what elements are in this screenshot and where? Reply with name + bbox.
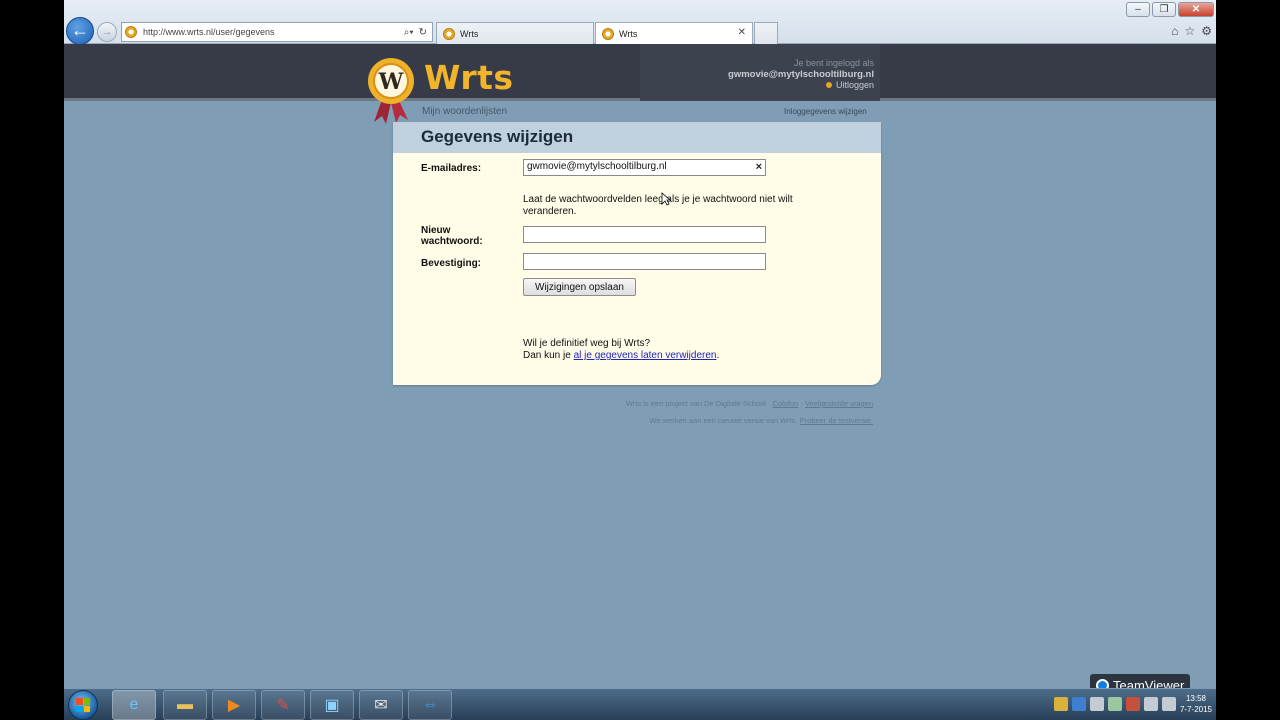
leave-prefix: Dan kun je bbox=[523, 350, 574, 361]
forward-button[interactable]: → bbox=[97, 22, 117, 42]
taskbar: e ▬ ▶ ✎ ▣ ✉ ⇔ 13:58 7-7-2015 bbox=[64, 688, 1216, 720]
password-note: Laat de wachtwoordvelden leeg als je je … bbox=[523, 194, 793, 217]
info-icon[interactable] bbox=[1072, 697, 1086, 711]
clock[interactable]: 13:58 7-7-2015 bbox=[1180, 693, 1212, 715]
mail-icon[interactable]: ✉ bbox=[359, 690, 403, 720]
email-field[interactable]: gwmovie@mytylschooltilburg.nl × bbox=[523, 159, 766, 176]
email-label: E-mailadres: bbox=[421, 163, 482, 174]
back-button[interactable]: ← bbox=[66, 17, 94, 45]
site-favicon-icon bbox=[125, 26, 137, 38]
minimize-button[interactable]: – bbox=[1126, 2, 1150, 17]
tab-wrts-2[interactable]: Wrts ✕ bbox=[595, 22, 753, 44]
home-icon[interactable]: ⌂ bbox=[1171, 24, 1178, 38]
ie-icon[interactable]: e bbox=[112, 690, 156, 720]
sync-icon[interactable] bbox=[1108, 697, 1122, 711]
tab-label: Wrts bbox=[619, 28, 638, 39]
new-password-label: Nieuw wachtwoord: bbox=[421, 225, 483, 247]
nav-my-wordlists[interactable]: Mijn woordenlijsten bbox=[422, 106, 507, 117]
address-bar[interactable]: http://www.wrts.nl/user/gegevens ⌕▾ ↻ bbox=[121, 22, 433, 42]
svg-text:W: W bbox=[378, 69, 404, 95]
browser-chrome: – ❐ ✕ ← → http://www.wrts.nl/user/gegeve… bbox=[64, 0, 1216, 45]
email-value: gwmovie@mytylschooltilburg.nl bbox=[527, 161, 667, 172]
flag-icon[interactable] bbox=[1126, 697, 1140, 711]
save-changes-button[interactable]: Wijzigingen opslaan bbox=[523, 278, 636, 296]
window-controls: – ❐ ✕ bbox=[1126, 2, 1214, 17]
folder-icon[interactable]: ▬ bbox=[163, 690, 207, 720]
volume-icon[interactable] bbox=[1162, 697, 1176, 711]
tab-favicon-icon bbox=[602, 27, 614, 40]
user-info: Je bent ingelogd als gwmovie@mytylschool… bbox=[640, 44, 880, 101]
screen: – ❐ ✕ ← → http://www.wrts.nl/user/gegeve… bbox=[64, 0, 1216, 720]
close-window-button[interactable]: ✕ bbox=[1178, 2, 1214, 17]
footer-new-version-text: We werken aan een nieuwe versie van Wrts… bbox=[649, 416, 800, 425]
browser-tools: ⌂ ☆ ⚙ bbox=[1171, 24, 1212, 38]
footer-line-2: We werken aan een nieuwe versie van Wrts… bbox=[393, 416, 873, 425]
wrts-logo-text[interactable]: Wrts bbox=[424, 58, 514, 97]
maximize-button[interactable]: ❐ bbox=[1152, 2, 1176, 17]
logout-dot-icon bbox=[825, 82, 832, 88]
tab-close-icon[interactable]: ✕ bbox=[738, 27, 746, 38]
clock-time: 13:58 bbox=[1185, 694, 1206, 703]
mouse-cursor-icon bbox=[661, 192, 671, 206]
new-tab-button[interactable] bbox=[754, 22, 778, 44]
leave-question: Wil je definitief weg bij Wrts? bbox=[523, 338, 651, 349]
teamviewer-taskbar-icon[interactable]: ⇔ bbox=[408, 690, 452, 720]
nav-change-login[interactable]: Inloggegevens wijzigen bbox=[784, 107, 867, 116]
gear-icon[interactable]: ⚙ bbox=[1201, 24, 1212, 38]
footer-project-text: Wrts is een project van De Digitale Scho… bbox=[625, 399, 773, 408]
colofon-link[interactable]: Colofon bbox=[773, 399, 799, 408]
new-password-field[interactable] bbox=[523, 226, 766, 243]
try-test-version-link[interactable]: Probeer de testversie. bbox=[800, 416, 873, 425]
monitor-icon[interactable] bbox=[1144, 697, 1158, 711]
settings-panel: Gegevens wijzigen E-mailadres: gwmovie@m… bbox=[393, 122, 881, 385]
refresh-icon[interactable]: ↻ bbox=[419, 27, 427, 38]
shield-icon[interactable] bbox=[1054, 697, 1068, 711]
tab-wrts-1[interactable]: Wrts bbox=[436, 22, 594, 44]
confirm-password-field[interactable] bbox=[523, 253, 766, 270]
clear-icon[interactable]: × bbox=[756, 161, 762, 173]
delete-data-link[interactable]: al je gegevens laten verwijderen bbox=[574, 350, 717, 361]
tab-label: Wrts bbox=[460, 28, 479, 39]
address-url[interactable]: http://www.wrts.nl/user/gegevens bbox=[143, 27, 404, 37]
search-icon[interactable]: ⌕▾ bbox=[404, 27, 414, 38]
confirm-password-label: Bevestiging: bbox=[421, 258, 482, 269]
logged-in-label: Je bent ingelogd als bbox=[793, 58, 874, 68]
desktop-icon[interactable]: ▣ bbox=[310, 690, 354, 720]
wrts-badge-icon: W bbox=[368, 58, 414, 124]
footer-line-1: Wrts is een project van De Digitale Scho… bbox=[393, 399, 873, 408]
star-icon[interactable]: ☆ bbox=[1184, 24, 1195, 38]
clock-date: 7-7-2015 bbox=[1179, 705, 1212, 714]
page-title: Gegevens wijzigen bbox=[393, 122, 881, 153]
network-icon[interactable] bbox=[1090, 697, 1104, 711]
system-tray bbox=[1054, 697, 1176, 711]
tab-favicon-icon bbox=[443, 27, 455, 40]
user-email: gwmovie@mytylschooltilburg.nl bbox=[728, 69, 874, 80]
windows-logo-icon bbox=[76, 698, 90, 712]
leave-suffix: . bbox=[716, 350, 720, 361]
logout-link[interactable]: Uitloggen bbox=[640, 80, 874, 91]
paint-icon[interactable]: ✎ bbox=[261, 690, 305, 720]
start-button[interactable] bbox=[68, 690, 98, 720]
site-header: Je bent ingelogd als gwmovie@mytylschool… bbox=[64, 44, 1216, 101]
delete-account-section: Wil je definitief weg bij Wrts? Dan kun … bbox=[523, 338, 719, 362]
faq-link[interactable]: Veelgestelde vragen bbox=[805, 399, 873, 408]
media-player-icon[interactable]: ▶ bbox=[212, 690, 256, 720]
